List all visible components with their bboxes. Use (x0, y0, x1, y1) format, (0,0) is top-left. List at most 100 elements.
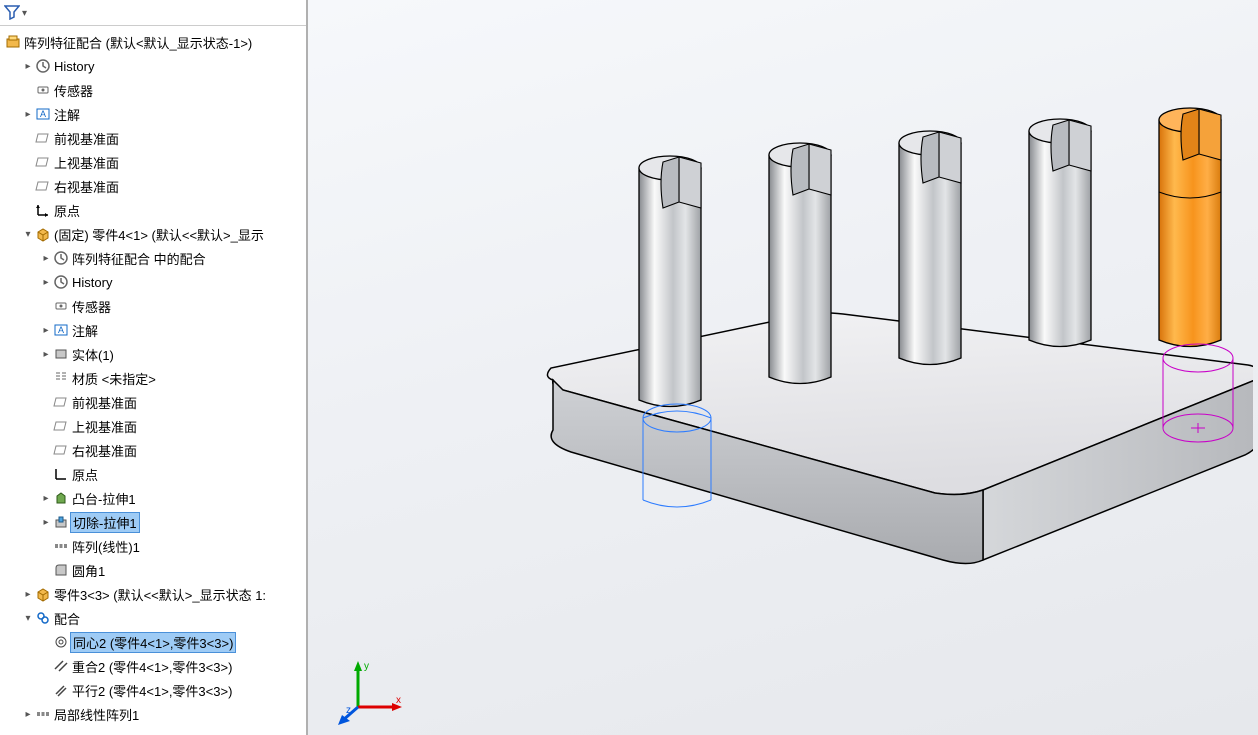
pattern-icon (52, 538, 70, 554)
svg-text:A: A (40, 109, 46, 119)
tree-label: 局部线性阵列1 (52, 705, 139, 724)
plane-icon (34, 178, 52, 194)
triad-x-label: x (396, 695, 401, 706)
parallel-icon (52, 682, 70, 698)
sensor-icon (34, 82, 52, 98)
tree-label: History (70, 275, 112, 290)
tree-item-mates[interactable]: ▾ 配合 (4, 606, 306, 630)
tree-label: (固定) 零件4<1> (默认<<默认>_显示 (52, 225, 264, 244)
expand-arrow[interactable]: ▸ (40, 349, 52, 360)
tree-label: 前视基准面 (70, 393, 137, 412)
folder-icon (52, 250, 70, 266)
tree-label: History (52, 59, 94, 74)
tree-item-mates-in-pattern[interactable]: ▸ 阵列特征配合 中的配合 (4, 246, 306, 270)
tree-item-part3[interactable]: ▸ 零件3<3> (默认<<默认>_显示状态 1: (4, 582, 306, 606)
expand-arrow[interactable]: ▸ (40, 277, 52, 288)
plane-icon (34, 154, 52, 170)
material-icon (52, 370, 70, 386)
annotation-icon: A (34, 106, 52, 122)
graphics-viewport[interactable]: y x z (308, 0, 1258, 735)
chevron-down-icon[interactable]: ▾ (20, 8, 27, 19)
tree-item-fillet1[interactable]: 圆角1 (4, 558, 306, 582)
tree-item-part4[interactable]: ▾ (固定) 零件4<1> (默认<<默认>_显示 (4, 222, 306, 246)
tree-item-origin[interactable]: 原点 (4, 198, 306, 222)
cylinder-3 (899, 131, 961, 365)
solid-icon (52, 346, 70, 362)
tree-root-assembly[interactable]: 阵列特征配合 (默认<默认_显示状态-1>) (4, 30, 306, 54)
tree-label: 阵列特征配合 中的配合 (70, 249, 206, 268)
cylinder-2 (769, 143, 831, 384)
tree-item-origin2[interactable]: 原点 (4, 462, 306, 486)
tree-label: 上视基准面 (52, 153, 119, 172)
tree-item-history[interactable]: ▸ History (4, 54, 306, 78)
tree-label-selected: 同心2 (零件4<1>,零件3<3>) (70, 632, 236, 653)
filter-icon[interactable] (4, 4, 20, 23)
part-icon (34, 586, 52, 602)
history-icon (34, 58, 52, 74)
origin-icon (52, 466, 70, 482)
tree-item-lpattern1[interactable]: 阵列(线性)1 (4, 534, 306, 558)
tree-label: 零件3<3> (默认<<默认>_显示状态 1: (52, 585, 266, 604)
tree-item-boss-extrude1[interactable]: ▸ 凸台-拉伸1 (4, 486, 306, 510)
tree-label: 上视基准面 (70, 417, 137, 436)
expand-arrow[interactable]: ▸ (22, 709, 34, 720)
tree-item-right-plane2[interactable]: 右视基准面 (4, 438, 306, 462)
tree-label: 平行2 (零件4<1>,零件3<3>) (70, 681, 232, 700)
mates-icon (34, 610, 52, 626)
feature-tree-panel: ▾ 阵列特征配合 (默认<默认_显示状态-1>) ▸ History 传感器 (0, 0, 308, 735)
tree-label-selected: 切除-拉伸1 (70, 512, 140, 533)
tree-label: 右视基准面 (70, 441, 137, 460)
fillet-icon (52, 562, 70, 578)
assembly-icon (4, 34, 22, 50)
annotation-icon: A (52, 322, 70, 338)
filter-bar[interactable]: ▾ (0, 2, 306, 26)
cut-icon (52, 514, 70, 530)
tree-item-sensors2[interactable]: 传感器 (4, 294, 306, 318)
tree-label: 传感器 (70, 297, 111, 316)
expand-arrow[interactable]: ▸ (22, 589, 34, 600)
tree-label: 重合2 (零件4<1>,零件3<3>) (70, 657, 232, 676)
tree-item-local-lpattern1[interactable]: ▸ 局部线性阵列1 (4, 702, 306, 726)
tree-item-parallel2[interactable]: 平行2 (零件4<1>,零件3<3>) (4, 678, 306, 702)
pattern-icon (34, 706, 52, 722)
tree-item-coincident2[interactable]: 重合2 (零件4<1>,零件3<3>) (4, 654, 306, 678)
tree-item-cut-extrude1[interactable]: ▸ 切除-拉伸1 (4, 510, 306, 534)
tree-label: 实体(1) (70, 345, 114, 364)
expand-arrow[interactable]: ▸ (22, 61, 34, 72)
tree-item-annotations2[interactable]: ▸ A 注解 (4, 318, 306, 342)
feature-tree[interactable]: 阵列特征配合 (默认<默认_显示状态-1>) ▸ History 传感器 ▸ A… (0, 26, 306, 726)
expand-arrow[interactable]: ▸ (40, 325, 52, 336)
tree-item-front-plane[interactable]: 前视基准面 (4, 126, 306, 150)
tree-label: 原点 (52, 201, 80, 220)
tree-item-top-plane[interactable]: 上视基准面 (4, 150, 306, 174)
tree-item-front-plane2[interactable]: 前视基准面 (4, 390, 306, 414)
tree-label: 传感器 (52, 81, 93, 100)
tree-label: 注解 (52, 105, 80, 124)
svg-text:A: A (58, 325, 64, 335)
tree-item-material[interactable]: 材质 <未指定> (4, 366, 306, 390)
tree-item-sensors[interactable]: 传感器 (4, 78, 306, 102)
tree-label: 注解 (70, 321, 98, 340)
tree-item-history2[interactable]: ▸ History (4, 270, 306, 294)
expand-arrow[interactable]: ▸ (22, 109, 34, 120)
tree-item-top-plane2[interactable]: 上视基准面 (4, 414, 306, 438)
coincident-icon (52, 658, 70, 674)
tree-label: 材质 <未指定> (70, 369, 156, 388)
expand-arrow[interactable]: ▸ (40, 253, 52, 264)
tree-item-right-plane[interactable]: 右视基准面 (4, 174, 306, 198)
origin-icon (34, 202, 52, 218)
plane-icon (34, 130, 52, 146)
plane-icon (52, 394, 70, 410)
extrude-icon (52, 490, 70, 506)
model-3d-view (423, 80, 1253, 640)
orientation-triad[interactable]: y x z (338, 655, 408, 725)
tree-item-annotations[interactable]: ▸ A 注解 (4, 102, 306, 126)
expand-arrow[interactable]: ▸ (40, 493, 52, 504)
tree-label: 凸台-拉伸1 (70, 489, 136, 508)
expand-arrow[interactable]: ▾ (22, 613, 34, 624)
tree-item-concentric2[interactable]: 同心2 (零件4<1>,零件3<3>) (4, 630, 306, 654)
tree-item-solid-bodies[interactable]: ▸ 实体(1) (4, 342, 306, 366)
expand-arrow[interactable]: ▸ (40, 517, 52, 528)
tree-root-label: 阵列特征配合 (默认<默认_显示状态-1>) (22, 33, 252, 52)
expand-arrow[interactable]: ▾ (22, 229, 34, 240)
